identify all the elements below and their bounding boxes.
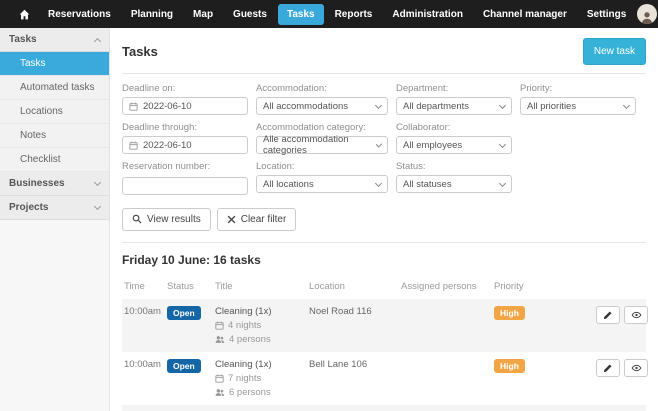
filter-collaborator: Collaborator: All employees (396, 122, 512, 154)
accommodation-category-select[interactable]: Alle accommodation categories (256, 136, 388, 154)
home-icon[interactable] (12, 5, 37, 24)
pencil-icon (603, 363, 613, 373)
nav-item[interactable]: Channel manager (474, 4, 576, 25)
page-title: Tasks (122, 38, 158, 59)
calendar-icon (129, 141, 138, 150)
chevron-down-icon (375, 101, 382, 108)
priority-badge: High (494, 306, 525, 320)
priority-select[interactable]: All priorities (520, 97, 636, 115)
persons-icon (215, 335, 225, 344)
status-select[interactable]: All statuses (396, 175, 512, 193)
collaborator-select[interactable]: All employees (396, 136, 512, 154)
sidebar-item[interactable]: Notes (0, 124, 109, 148)
nav-item[interactable]: Reservations (39, 4, 120, 25)
task-persons: 4 persons (229, 334, 271, 345)
nav-item[interactable]: Settings (578, 4, 635, 25)
task-location: Noel Road 116 (309, 306, 401, 345)
edit-task-button[interactable] (596, 306, 620, 324)
department-select[interactable]: All departments (396, 97, 512, 115)
chevron-icon (94, 37, 101, 44)
table-header: Time Status Title Location Assigned pers… (122, 276, 646, 299)
nav-item[interactable]: Reports (326, 4, 382, 25)
priority-badge: High (494, 359, 525, 373)
calendar-icon (215, 321, 224, 330)
new-task-button[interactable]: New task (583, 38, 646, 65)
task-row: 10:00am Open Cleaning (1x) 4 nights 4 pe… (122, 405, 646, 411)
user-avatar[interactable] (637, 4, 657, 24)
search-icon (132, 214, 142, 224)
sidebar-group[interactable]: Businesses (0, 172, 109, 196)
task-row: 10:00am Open Cleaning (1x) 7 nights 6 pe… (122, 352, 646, 405)
chevron-down-icon (375, 179, 382, 186)
edit-task-button[interactable] (596, 359, 620, 377)
nav-item[interactable]: Planning (122, 4, 182, 25)
eye-icon (631, 363, 642, 373)
main-content: Tasks New task Deadline on: 2022-06-10 A… (110, 28, 658, 411)
filter-deadline-through: Deadline through: 2022-06-10 (122, 122, 248, 154)
filter-department: Department: All departments (396, 83, 512, 115)
nav-item[interactable]: Map (184, 4, 222, 25)
task-nights: 7 nights (228, 373, 261, 384)
task-assigned (401, 359, 494, 398)
status-badge: Open (167, 306, 201, 320)
task-time: 10:00am (124, 306, 167, 345)
section-divider (122, 242, 646, 243)
sidebar-item[interactable]: Tasks (0, 52, 109, 76)
nav-item[interactable]: Administration (383, 4, 472, 25)
sidebar-group[interactable]: Tasks (0, 28, 109, 52)
nav-item[interactable]: Guests (224, 4, 276, 25)
chevron-down-icon (376, 141, 383, 148)
filter-reservation-number: Reservation number: (122, 161, 248, 195)
chevron-icon (94, 179, 101, 186)
task-location: Bell Lane 106 (309, 359, 401, 398)
task-title: Cleaning (1x) (215, 359, 309, 370)
sidebar-item[interactable]: Locations (0, 100, 109, 124)
filter-accommodation-category: Accommodation category: Alle accommodati… (256, 122, 388, 154)
filter-accommodation: Accommodation: All accommodations (256, 83, 388, 115)
view-task-button[interactable] (624, 359, 648, 377)
clear-icon (227, 215, 236, 224)
task-time: 10:00am (124, 359, 167, 398)
persons-icon (215, 388, 225, 397)
sidebar-item[interactable]: Checklist (0, 148, 109, 172)
task-title: Cleaning (1x) (215, 306, 309, 317)
calendar-icon (129, 102, 138, 111)
status-badge: Open (167, 359, 201, 373)
sidebar: Tasks Tasks Automated tasks Locations No… (0, 28, 110, 411)
sidebar-group[interactable]: Projects (0, 196, 109, 220)
nav-item[interactable]: Tasks (278, 4, 324, 25)
task-row: 10:00am Open Cleaning (1x) 4 nights 4 pe… (122, 299, 646, 352)
chevron-down-icon (499, 101, 506, 108)
sidebar-item[interactable]: Automated tasks (0, 76, 109, 100)
deadline-through-date-input[interactable]: 2022-06-10 (122, 136, 248, 154)
view-task-button[interactable] (624, 306, 648, 324)
deadline-on-date-input[interactable]: 2022-06-10 (122, 97, 248, 115)
calendar-icon (215, 374, 224, 383)
task-assigned (401, 306, 494, 345)
top-navbar: Reservations Planning Map Guests Tasks R… (0, 0, 658, 28)
clear-filter-button[interactable]: Clear filter (217, 208, 297, 231)
chevron-icon (94, 203, 101, 210)
filter-priority: Priority: All priorities (520, 83, 636, 115)
filter-location: Location: All locations (256, 161, 388, 195)
reservation-number-input[interactable] (122, 177, 248, 195)
pencil-icon (603, 310, 613, 320)
view-results-button[interactable]: View results (122, 208, 211, 231)
location-select[interactable]: All locations (256, 175, 388, 193)
task-nights: 4 nights (228, 320, 261, 331)
filter-status: Status: All statuses (396, 161, 512, 195)
day-heading: Friday 10 June: 16 tasks (122, 253, 646, 267)
chevron-down-icon (499, 179, 506, 186)
accommodation-select[interactable]: All accommodations (256, 97, 388, 115)
filter-deadline-on: Deadline on: 2022-06-10 (122, 83, 248, 115)
task-persons: 6 persons (229, 387, 271, 398)
chevron-down-icon (499, 140, 506, 147)
chevron-down-icon (623, 101, 630, 108)
eye-icon (631, 310, 642, 320)
